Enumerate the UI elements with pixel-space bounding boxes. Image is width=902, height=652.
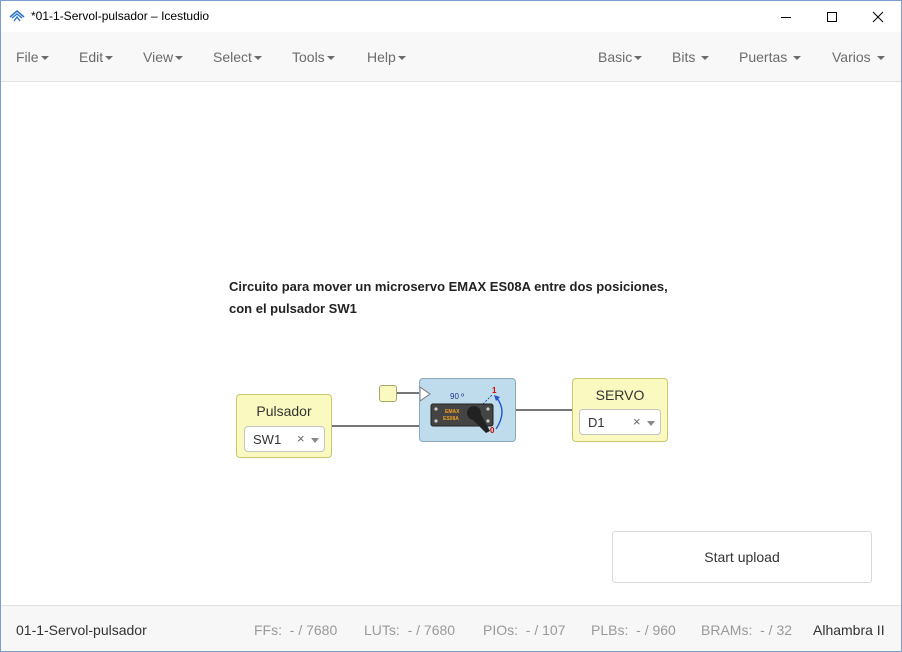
window-title: *01-1-Servol-pulsador – Icestudio [31, 9, 210, 23]
pios-value: - / 107 [525, 622, 566, 638]
servo-pin-select[interactable]: D1 × [579, 409, 661, 435]
close-icon [872, 11, 884, 22]
menu-varios-label: Varios [832, 49, 871, 65]
menu-view-label: View [143, 49, 174, 65]
brams-stat: BRAMs: - / 32 [701, 622, 792, 638]
maximize-icon [827, 11, 837, 22]
pios-stat: PIOs: - / 107 [483, 622, 566, 638]
chevron-down-icon [793, 56, 802, 61]
chevron-down-icon [311, 438, 319, 443]
ffs-label: FFs: [254, 622, 282, 638]
servo-brand-line1: EMAX [445, 409, 460, 415]
chevron-down-icon [647, 421, 655, 426]
menu-select[interactable]: Select [213, 49, 262, 65]
servo-pos0-label: 0 [490, 426, 495, 435]
maximize-button[interactable] [809, 1, 855, 32]
menu-bar: File Edit View Select Tools Help Basic B… [1, 32, 901, 82]
menu-bits-label: Bits [672, 49, 696, 65]
servo-block[interactable]: 90 º 1 0 EMAX ES08A [419, 378, 516, 442]
menu-edit-label: Edit [79, 49, 104, 65]
chevron-down-icon [326, 56, 335, 61]
servo-parameter-port[interactable] [379, 385, 397, 402]
chevron-down-icon [40, 56, 49, 61]
minimize-button[interactable] [763, 1, 809, 32]
chevron-down-icon [634, 56, 643, 61]
brams-label: BRAMs: [701, 622, 753, 638]
design-canvas[interactable]: Circuito para mover un microservo EMAX E… [1, 83, 901, 604]
ffs-value: - / 7680 [289, 622, 338, 638]
menu-edit[interactable]: Edit [79, 49, 114, 65]
servo-pin-value: D1 [588, 415, 605, 430]
plbs-label: PLBs: [591, 622, 629, 638]
chevron-down-icon [105, 56, 114, 61]
status-bar: 01-1-Servol-pulsador FFs: - / 7680 LUTs:… [1, 605, 901, 651]
output-block-servo[interactable]: SERVO D1 × [572, 378, 668, 442]
menu-tools[interactable]: Tools [292, 49, 335, 65]
close-button[interactable] [855, 1, 901, 32]
minimize-icon [781, 16, 791, 18]
luts-value: - / 7680 [407, 622, 456, 638]
menu-help[interactable]: Help [367, 49, 406, 65]
servo-angle-label: 90 º [450, 392, 464, 401]
icestudio-logo-icon [9, 9, 25, 22]
servo-illustration: 90 º 1 0 EMAX ES08A [419, 386, 503, 435]
plbs-stat: PLBs: - / 960 [591, 622, 676, 638]
start-upload-button[interactable]: Start upload [612, 531, 872, 583]
pulsador-pin-select[interactable]: SW1 × [244, 426, 325, 452]
chevron-down-icon [397, 56, 406, 61]
menu-select-label: Select [213, 49, 252, 65]
title-bar: *01-1-Servol-pulsador – Icestudio [1, 1, 901, 32]
input-block-label: Pulsador [256, 403, 312, 419]
input-block-pulsador[interactable]: Pulsador SW1 × [236, 394, 332, 458]
project-name: 01-1-Servol-pulsador [16, 622, 147, 638]
menu-view[interactable]: View [143, 49, 184, 65]
servo-brand-line2: ES08A [443, 416, 459, 422]
menu-basic[interactable]: Basic [598, 49, 643, 65]
chevron-down-icon [876, 56, 885, 61]
menu-help-label: Help [367, 49, 396, 65]
menu-basic-label: Basic [598, 49, 633, 65]
brams-value: - / 32 [760, 622, 793, 638]
wires [331, 392, 572, 427]
menu-puertas-label: Puertas [739, 49, 788, 65]
clear-icon[interactable]: × [297, 431, 305, 446]
menu-file-label: File [16, 49, 39, 65]
clear-icon[interactable]: × [633, 414, 641, 429]
menu-puertas[interactable]: Puertas [739, 49, 802, 65]
board-name[interactable]: Alhambra II [813, 622, 885, 638]
app-window: *01-1-Servol-pulsador – Icestudio File E… [0, 0, 902, 652]
menu-file[interactable]: File [16, 49, 49, 65]
menu-bits[interactable]: Bits [672, 49, 710, 65]
menu-tools-label: Tools [292, 49, 325, 65]
chevron-down-icon [175, 56, 184, 61]
ffs-stat: FFs: - / 7680 [254, 622, 337, 638]
pulsador-pin-value: SW1 [253, 432, 282, 447]
chevron-down-icon [701, 56, 710, 61]
plbs-value: - / 960 [636, 622, 676, 638]
chevron-down-icon [253, 56, 262, 61]
servo-pos1-label: 1 [492, 386, 497, 395]
output-block-label: SERVO [595, 387, 645, 403]
menu-varios[interactable]: Varios [832, 49, 885, 65]
pios-label: PIOs: [483, 622, 519, 638]
luts-label: LUTs: [364, 622, 400, 638]
luts-stat: LUTs: - / 7680 [364, 622, 455, 638]
